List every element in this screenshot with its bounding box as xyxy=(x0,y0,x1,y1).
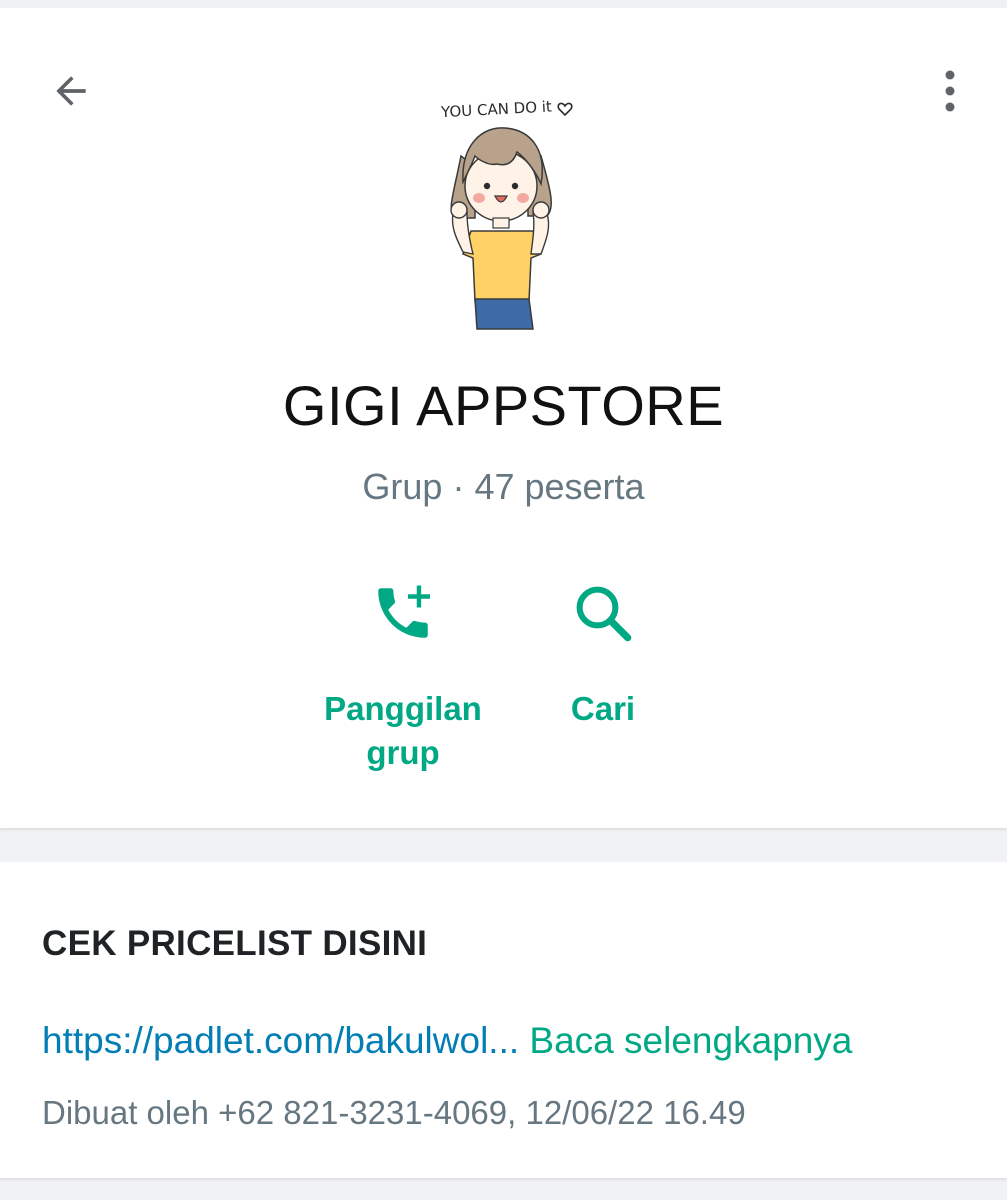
group-description-card[interactable]: CEK PRICELIST DISINI https://padlet.com/… xyxy=(0,862,1007,1178)
group-call-label: Panggilan grup xyxy=(324,690,482,771)
group-name[interactable]: GIGI APPSTORE xyxy=(0,373,1007,438)
more-options-button[interactable] xyxy=(925,58,975,124)
arrow-left-icon xyxy=(56,76,86,106)
add-call-icon xyxy=(363,573,443,653)
group-info-header: YOU CAN DO it GIGI APPSTORE Grup · 47 pe… xyxy=(0,8,1007,828)
description-link[interactable]: https://padlet.com/bakulwol... xyxy=(42,1020,519,1061)
back-button[interactable] xyxy=(38,58,104,124)
group-meta: Grup · 47 peserta xyxy=(362,466,645,507)
created-by-text: Dibuat oleh +62 821-3231-4069, 12/06/22 … xyxy=(42,1094,746,1131)
more-vertical-icon xyxy=(945,70,955,112)
description-title: CEK PRICELIST DISINI xyxy=(42,924,428,963)
group-call-button[interactable]: Panggilan grup xyxy=(300,573,506,775)
search-button[interactable]: Cari xyxy=(528,573,678,731)
avatar-sticker-text: YOU CAN DO it xyxy=(440,97,553,121)
group-avatar[interactable]: YOU CAN DO it xyxy=(413,86,603,336)
description-body: https://padlet.com/bakulwol... Baca sele… xyxy=(42,1020,852,1062)
read-more-link[interactable]: Baca selengkapnya xyxy=(529,1020,852,1061)
search-label: Cari xyxy=(570,690,636,727)
top-strip xyxy=(0,0,1007,8)
search-icon xyxy=(563,573,643,653)
